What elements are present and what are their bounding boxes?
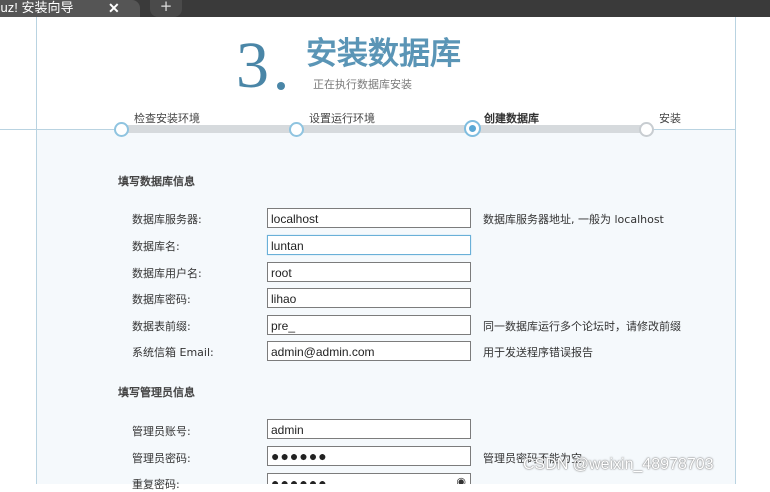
table-prefix-label: 数据表前缀: xyxy=(132,320,191,333)
step-node-2 xyxy=(289,122,304,137)
repeat-password-value: ●●●●●● xyxy=(271,475,328,484)
db-server-hint: 数据库服务器地址, 一般为 localhost xyxy=(483,213,664,226)
page-subtitle: 正在执行数据库安装 xyxy=(313,78,412,91)
browser-tab-title: cuz! 安装向导 xyxy=(0,0,74,15)
admin-section-title: 填写管理员信息 xyxy=(118,386,195,399)
db-user-label: 数据库用户名: xyxy=(132,267,202,280)
table-prefix-hint: 同一数据库运行多个论坛时，请修改前缀 xyxy=(483,320,681,333)
db-password-label: 数据库密码: xyxy=(132,293,191,306)
db-name-label: 数据库名: xyxy=(132,240,180,253)
step-label-1: 检查安装环境 xyxy=(134,112,200,125)
admin-account-label: 管理员账号: xyxy=(132,425,191,438)
db-server-input[interactable]: localhost xyxy=(267,208,471,228)
step-progress-track xyxy=(121,125,646,133)
table-prefix-input[interactable]: pre_ xyxy=(267,315,471,335)
system-email-label: 系统信箱 Email: xyxy=(132,346,214,359)
eye-icon[interactable]: ◉ xyxy=(456,475,467,484)
step-node-1 xyxy=(114,122,129,137)
step-node-3-current xyxy=(464,120,481,137)
step-number-dot xyxy=(277,82,285,90)
admin-account-input[interactable]: admin xyxy=(267,419,471,439)
page-title: 安装数据库 xyxy=(306,36,461,72)
step-number: 3 xyxy=(236,26,285,106)
repeat-password-label: 重复密码: xyxy=(132,478,180,491)
db-password-input[interactable]: lihao xyxy=(267,288,471,308)
db-section-title: 填写数据库信息 xyxy=(118,175,195,188)
step-label-3: 创建数据库 xyxy=(484,112,539,125)
step-label-4: 安装 xyxy=(659,112,681,125)
db-name-input[interactable]: luntan xyxy=(267,235,471,255)
step-node-4 xyxy=(639,122,654,137)
repeat-password-input[interactable]: ●●●●●● ◉ xyxy=(267,473,471,484)
new-tab-icon[interactable]: + xyxy=(150,0,182,17)
admin-password-label: 管理员密码: xyxy=(132,452,191,465)
watermark: CSDN @weixin_48978703 xyxy=(523,456,714,473)
browser-tab[interactable]: cuz! 安装向导 ✕ xyxy=(0,0,140,17)
step-label-2: 设置运行环境 xyxy=(309,112,375,125)
system-email-hint: 用于发送程序错误报告 xyxy=(483,346,593,359)
system-email-input[interactable]: admin@admin.com xyxy=(267,341,471,361)
close-icon[interactable]: ✕ xyxy=(108,0,120,16)
db-server-label: 数据库服务器: xyxy=(132,213,202,226)
db-user-input[interactable]: root xyxy=(267,262,471,282)
browser-tab-bar: cuz! 安装向导 ✕ + xyxy=(0,0,770,17)
admin-password-input[interactable]: ●●●●●● xyxy=(267,446,471,466)
